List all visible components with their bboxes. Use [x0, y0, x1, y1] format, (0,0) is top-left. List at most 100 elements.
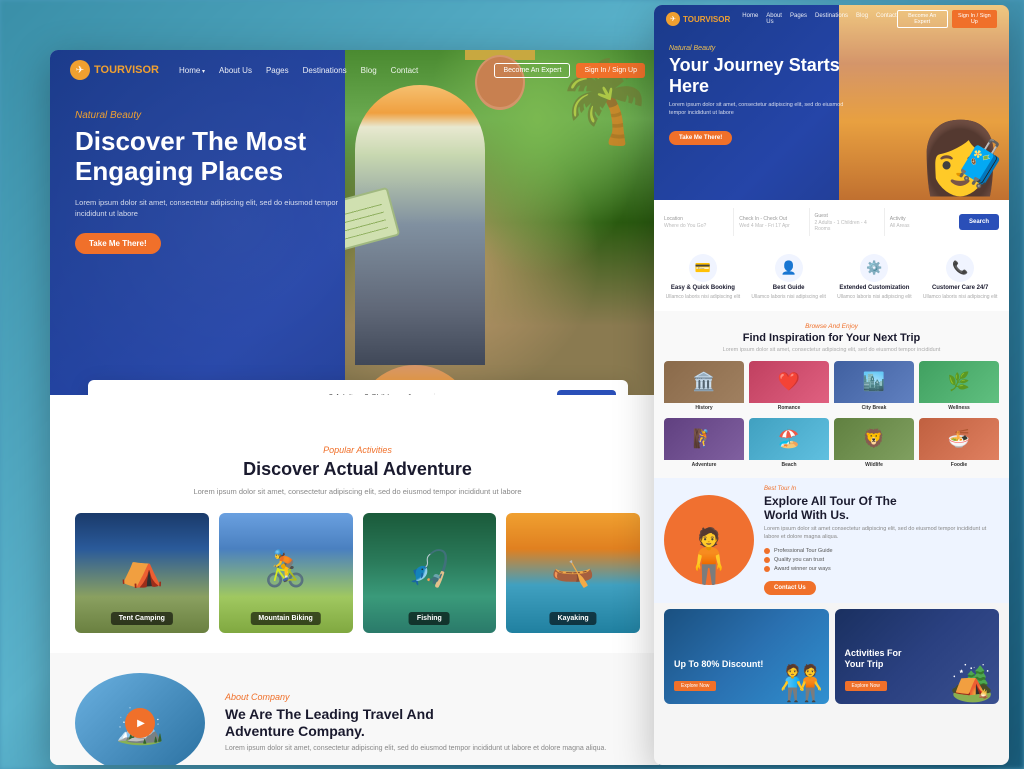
activities-title: Discover Actual Adventure	[75, 459, 640, 480]
activities-subtitle: Popular Activities	[75, 445, 640, 455]
activities-title: Activities For Your Trip	[845, 648, 902, 670]
inspiration-title: Find Inspiration for Your Next Trip	[664, 332, 999, 344]
become-expert-button[interactable]: Become An Expert	[494, 63, 570, 78]
insp-card-foodie[interactable]: 🍜 Foodie	[919, 418, 999, 470]
right-hero-content: Natural Beauty Your Journey Starts Here …	[669, 45, 844, 145]
right-nav-contact[interactable]: Contact	[876, 13, 897, 25]
main-nav: TOURVISOR Home About Us Pages Destinatio…	[50, 50, 665, 90]
insp-card-history[interactable]: 🏛️ History	[664, 361, 744, 413]
insp-card-wellness[interactable]: 🌿 Wellness	[919, 361, 999, 413]
explore-cta-button[interactable]: Contact Us	[764, 581, 816, 595]
citybreak-img: 🏙️	[834, 361, 914, 403]
explore-title: Explore All Tour Of The World With Us.	[764, 494, 999, 523]
about-subtitle: About Company	[225, 692, 640, 702]
activities-content: Activities For Your Trip Explore Now	[845, 648, 902, 692]
about-description: Lorem ipsum dolor sit amet, consectetur …	[225, 744, 640, 755]
explore-subtitle: Best Tour In	[764, 486, 999, 492]
activity-card-kayaking[interactable]: Kayaking	[506, 513, 640, 633]
explore-feature-2: Quality you can trust	[764, 557, 999, 563]
guide-icon: 👤	[775, 254, 803, 282]
activity-card-fishing[interactable]: Fishing	[363, 513, 497, 633]
insp-card-citybreak[interactable]: 🏙️ City Break	[834, 361, 914, 413]
nav-item-about[interactable]: About Us	[219, 66, 252, 75]
feature-booking: 💳 Easy & Quick Booking Ullamco laboris n…	[662, 254, 744, 301]
foodie-label: Foodie	[919, 460, 999, 470]
right-search-form: Location Where do You Go? Check In - Che…	[654, 200, 1009, 244]
explore-person-circle	[664, 495, 754, 585]
explore-title-line1: Explore All Tour Of The	[764, 494, 897, 508]
explore-section: Best Tour In Explore All Tour Of The Wor…	[654, 478, 1009, 603]
search-divider-2	[809, 208, 810, 236]
nav-item-pages[interactable]: Pages	[266, 66, 289, 75]
nav-buttons: Become An Expert Sign In / Sign Up	[494, 63, 645, 78]
nav-item-contact[interactable]: Contact	[391, 66, 419, 75]
activities-cta-button[interactable]: Explore Now	[845, 681, 887, 691]
explore-feature-text-1: Professional Tour Guide	[774, 548, 833, 554]
right-nav-blog[interactable]: Blog	[856, 13, 868, 25]
insp-card-beach[interactable]: 🏖️ Beach	[749, 418, 829, 470]
right-search-button[interactable]: Search	[959, 214, 999, 230]
adventure-img: 🧗	[664, 418, 744, 460]
play-button[interactable]	[125, 708, 155, 738]
right-nav-destinations[interactable]: Destinations	[815, 13, 848, 25]
nav-item-blog[interactable]: Blog	[361, 66, 377, 75]
about-image	[75, 673, 205, 765]
right-signin-button[interactable]: Sign In / Sign Up	[952, 10, 997, 28]
guests-field: 2 Adults - 2 Children - 1 Room	[329, 393, 436, 396]
right-activity-field: Activity All Areas	[890, 216, 954, 229]
guests-label: Guest	[815, 213, 879, 219]
search-divider-1	[733, 208, 734, 236]
nav-item-destinations[interactable]: Destinations	[303, 66, 347, 75]
fishing-label: Fishing	[409, 612, 450, 625]
discount-content: Up To 80% Discount! Explore Now	[674, 659, 763, 692]
activities-person-icon: 🏕️	[950, 663, 994, 704]
right-logo-normal: TOUR	[683, 15, 705, 24]
hero-title-line1: Discover The Most	[75, 126, 306, 156]
discount-cta-button[interactable]: Explore Now	[674, 681, 716, 691]
explore-feature-1: Professional Tour Guide	[764, 548, 999, 554]
wildlife-label: Wildlife	[834, 460, 914, 470]
right-nav-home[interactable]: Home	[742, 13, 758, 25]
citybreak-label: City Break	[834, 403, 914, 413]
feature-guide: 👤 Best Guide Ullamco laboris nisi adipis…	[748, 254, 830, 301]
insp-card-romance[interactable]: ❤️ Romance	[749, 361, 829, 413]
kayaking-label: Kayaking	[550, 612, 597, 625]
right-hero-section: 🧳 TOURVISOR Home About Us Pages Destinat…	[654, 5, 1009, 200]
citybreak-icon: 🏙️	[863, 371, 885, 392]
right-become-expert-button[interactable]: Become An Expert	[897, 10, 948, 28]
right-logo-icon	[666, 12, 680, 26]
bottom-card-discount[interactable]: 🧑‍🤝‍🧑 Up To 80% Discount! Explore Now	[664, 609, 829, 704]
signin-button[interactable]: Sign In / Sign Up	[576, 63, 645, 78]
right-nav-about[interactable]: About Us	[766, 13, 782, 25]
right-nav-pages[interactable]: Pages	[790, 13, 807, 25]
features-row: 💳 Easy & Quick Booking Ullamco laboris n…	[654, 244, 1009, 311]
hero-cta-button[interactable]: Take Me There!	[75, 233, 161, 254]
insp-card-wildlife[interactable]: 🦁 Wildlife	[834, 418, 914, 470]
bottom-card-activities[interactable]: 🏕️ Activities For Your Trip Explore Now	[835, 609, 1000, 704]
activity-card-biking[interactable]: Mountain Biking	[219, 513, 353, 633]
right-panel: 🧳 TOURVISOR Home About Us Pages Destinat…	[654, 5, 1009, 765]
right-location-field: Location Where do You Go?	[664, 216, 728, 229]
hero-section: TOURVISOR Home About Us Pages Destinatio…	[50, 50, 665, 395]
inspiration-section: Browse And Enjoy Find Inspiration for Yo…	[654, 311, 1009, 478]
checkin-sublabel: Wed 4 Mar - Fri 17 Apr	[739, 223, 803, 229]
history-label: History	[664, 403, 744, 413]
activities-title-line1: Activities For	[845, 648, 902, 658]
logo-icon	[70, 60, 90, 80]
tourist-figure-1	[355, 85, 485, 365]
activity-card-camping[interactable]: Tent Camping	[75, 513, 209, 633]
activities-description: Lorem ipsum dolor sit amet, consectetur …	[75, 486, 640, 497]
explore-content: Best Tour In Explore All Tour Of The Wor…	[764, 486, 999, 595]
nav-item-home[interactable]: Home	[179, 66, 205, 75]
discount-title: Up To 80% Discount!	[674, 659, 763, 670]
history-icon: 🏛️	[693, 371, 715, 392]
search-divider-3	[884, 208, 885, 236]
support-icon: 📞	[946, 254, 974, 282]
right-hero-cta-button[interactable]: Take Me There!	[669, 131, 732, 145]
activity-cards: Tent Camping Mountain Biking Fishing Kay…	[75, 513, 640, 633]
insp-card-adventure[interactable]: 🧗 Adventure	[664, 418, 744, 470]
adventure-icon: 🧗	[693, 428, 715, 449]
biking-label: Mountain Biking	[250, 612, 320, 625]
bottom-cards: 🧑‍🤝‍🧑 Up To 80% Discount! Explore Now 🏕️…	[654, 603, 1009, 710]
search-button[interactable]: Search	[557, 390, 616, 395]
